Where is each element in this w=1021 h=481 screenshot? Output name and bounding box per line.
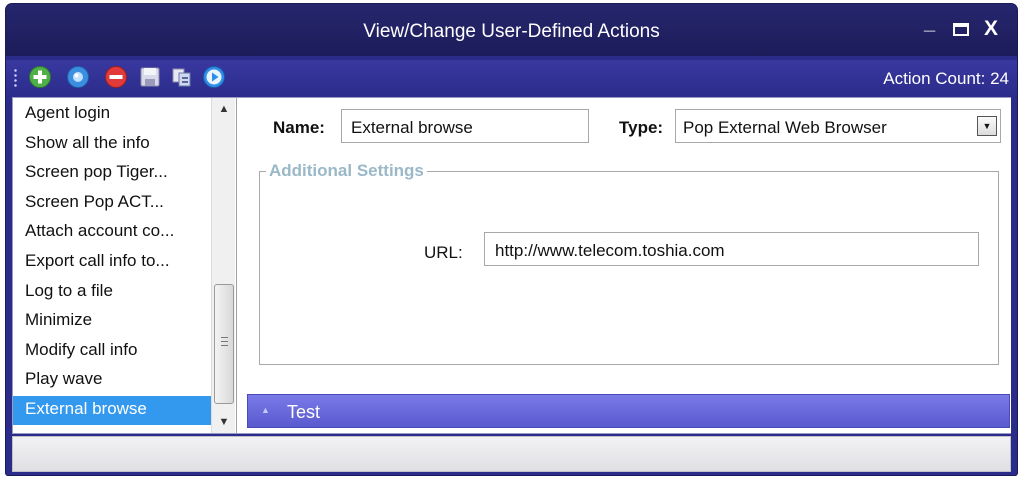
url-label: URL:: [424, 243, 463, 262]
play-icon[interactable]: [202, 65, 226, 89]
name-label: Name:: [273, 118, 325, 137]
list-item[interactable]: Modify call info: [13, 337, 211, 366]
type-select-value: Pop External Web Browser: [683, 118, 887, 137]
save-icon[interactable]: [138, 65, 162, 89]
list-item[interactable]: Log to a file: [13, 278, 211, 307]
edit-icon[interactable]: [66, 65, 90, 89]
scroll-thumb-grip-icon: [221, 337, 228, 348]
action-count-label: Action Count: 24: [883, 69, 1009, 88]
type-label: Type:: [619, 118, 664, 137]
minimize-button[interactable]: _: [924, 12, 935, 35]
scroll-thumb[interactable]: [214, 284, 234, 404]
list-item[interactable]: Screen Pop ACT...: [13, 189, 211, 218]
actions-list[interactable]: Agent login Show all the info Screen pop T…: [13, 98, 237, 433]
list-item[interactable]: Attach account co...: [13, 218, 211, 247]
name-field[interactable]: External browse: [341, 109, 589, 143]
add-icon[interactable]: [28, 65, 52, 89]
list-item[interactable]: Agent login: [13, 100, 211, 129]
title-bar[interactable]: View/Change User-Defined Actions _ X: [6, 4, 1017, 56]
type-select[interactable]: Pop External Web Browser ▼: [675, 109, 1001, 143]
copy-icon[interactable]: [170, 65, 194, 89]
toolbar: Action Count: 24: [6, 60, 1017, 96]
close-button[interactable]: X: [984, 17, 998, 41]
additional-settings-title: Additional Settings: [266, 161, 427, 181]
app-window: View/Change User-Defined Actions _ X Act…: [6, 4, 1017, 475]
scroll-down-arrow-icon[interactable]: ▼: [212, 411, 236, 433]
url-field[interactable]: http://www.telecom.toshia.com: [484, 232, 979, 266]
window-title: View/Change User-Defined Actions: [363, 21, 660, 42]
test-section-header[interactable]: ▲ Test: [247, 394, 1010, 428]
delete-icon[interactable]: [104, 65, 128, 89]
maximize-button[interactable]: [953, 23, 969, 36]
test-section-label: Test: [287, 402, 321, 422]
list-item[interactable]: Screen pop Tiger...: [13, 159, 211, 188]
list-item[interactable]: External browse: [13, 396, 211, 425]
additional-settings-group: Additional Settings URL: http://www.tele…: [259, 161, 999, 365]
list-item[interactable]: Export call info to...: [13, 248, 211, 277]
chevron-down-icon[interactable]: ▼: [977, 116, 997, 136]
status-bar: [12, 436, 1011, 472]
expand-icon[interactable]: ▲: [261, 405, 271, 415]
list-item[interactable]: Play wave: [13, 366, 211, 395]
toolbar-grip-icon[interactable]: [14, 68, 17, 88]
main-content: Agent login Show all the info Screen pop T…: [12, 97, 1011, 434]
list-item[interactable]: Minimize: [13, 307, 211, 336]
action-details-panel: Name: External browse Type: Pop External…: [238, 98, 1011, 433]
scroll-up-arrow-icon[interactable]: ▲: [212, 98, 236, 120]
actions-list-scrollbar[interactable]: ▲ ▼: [211, 98, 235, 433]
list-item[interactable]: Show all the info: [13, 130, 211, 159]
